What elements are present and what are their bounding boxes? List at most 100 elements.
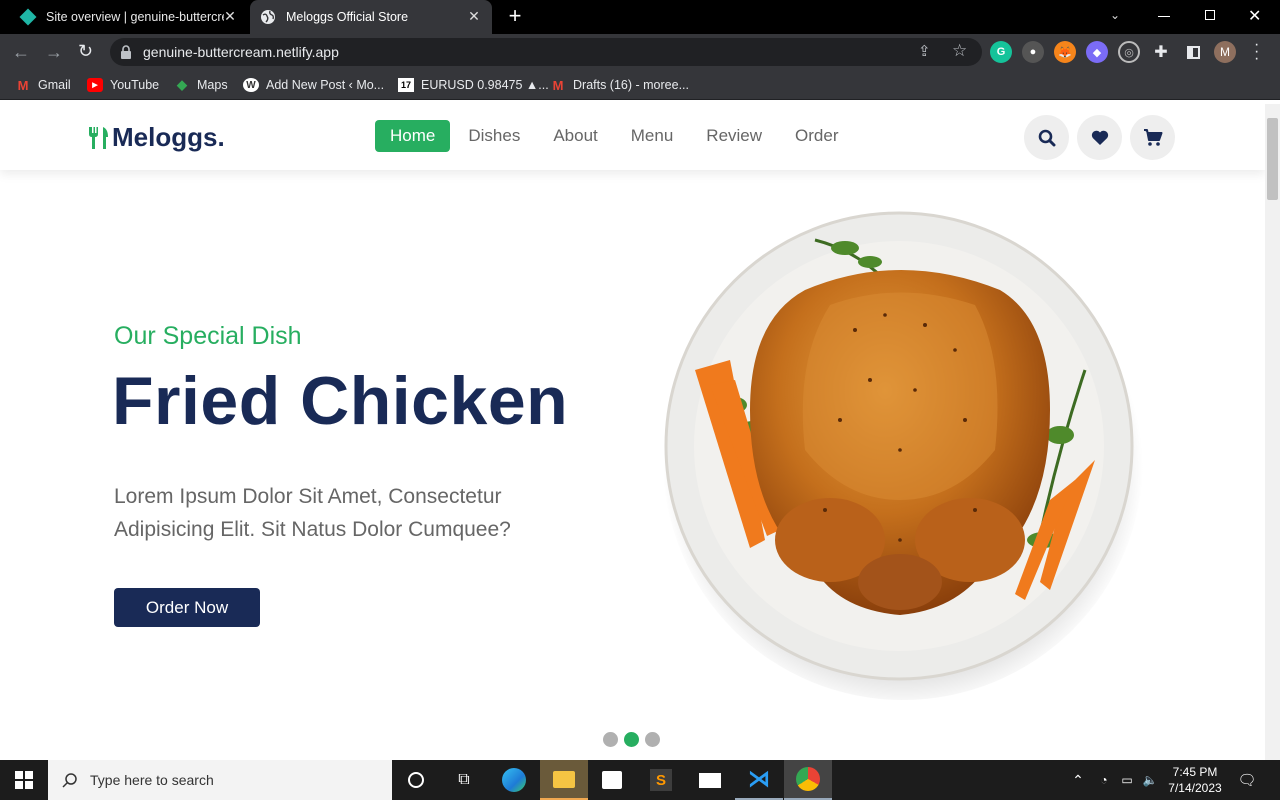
star-icon[interactable]: ☆ xyxy=(952,41,967,61)
new-tab-icon[interactable]: + xyxy=(505,5,525,27)
cart-icon xyxy=(1143,128,1162,146)
side-panel-icon[interactable] xyxy=(1182,41,1204,63)
address-bar[interactable]: genuine-buttercream.netlify.app ⇪ ☆ xyxy=(110,38,982,66)
order-now-button[interactable]: Order Now xyxy=(114,588,260,627)
utensils-icon xyxy=(89,126,108,149)
windows-icon xyxy=(15,771,33,789)
grammarly-icon[interactable]: G xyxy=(990,41,1012,63)
search-icon xyxy=(62,773,77,788)
cart-button[interactable] xyxy=(1130,115,1175,160)
windows-taskbar: Type here to search ⧉ S ⋊ ⌃ ◔ ▭ 🔈 7:45 P… xyxy=(0,760,1280,800)
vscode-icon: ⋊ xyxy=(748,766,770,791)
netlify-icon xyxy=(19,8,37,26)
task-view-icon: ⧉ xyxy=(458,771,470,788)
restore-icon[interactable] xyxy=(1205,10,1215,20)
nav-about[interactable]: About xyxy=(538,120,612,152)
mail-icon xyxy=(699,772,721,788)
search-icon xyxy=(1038,129,1055,146)
scrollbar-thumb[interactable] xyxy=(1267,118,1278,200)
close-tab-icon[interactable]: ✕ xyxy=(466,8,482,24)
tab-title: Site overview | genuine-buttercre xyxy=(46,10,224,24)
hero-description: Lorem Ipsum Dolor Sit Amet, Consectetur … xyxy=(114,485,511,541)
fried-chicken-image xyxy=(663,211,1143,700)
search-button[interactable] xyxy=(1024,115,1069,160)
tab-meloggs[interactable]: Meloggs Official Store ✕ xyxy=(250,0,492,34)
url-text: genuine-buttercream.netlify.app xyxy=(143,44,339,60)
target-extension-icon[interactable]: ◎ xyxy=(1118,41,1140,63)
forward-icon[interactable]: → xyxy=(45,42,63,63)
bookmarks-bar: M Gmail ▶ YouTube ◆ Maps W Add New Post ‹ Mo… xyxy=(0,70,1280,100)
bookmark-youtube[interactable]: ▶ YouTube xyxy=(87,77,159,93)
folder-icon xyxy=(553,770,575,788)
bookmark-drafts[interactable]: M Drafts (16) - moree... xyxy=(550,77,689,93)
main-nav: Home Dishes About Menu Review Order xyxy=(375,120,857,152)
ghost-extension-icon[interactable]: ◆ xyxy=(1086,41,1108,63)
tab-search-icon[interactable]: ⌄ xyxy=(1110,8,1120,22)
nav-home[interactable]: Home xyxy=(375,120,451,152)
clock-time: 7:45 PM xyxy=(1172,765,1218,779)
heart-icon xyxy=(1091,130,1108,145)
profile-avatar[interactable]: M xyxy=(1214,41,1236,63)
sublime-button[interactable]: S xyxy=(637,760,685,800)
bookmark-eurusd[interactable]: 17 EURUSD 0.98475 ▲... xyxy=(398,77,549,93)
edge-button[interactable] xyxy=(490,760,538,800)
notifications-icon[interactable]: 🗨 xyxy=(1236,760,1258,800)
puzzle-icon[interactable]: ✚ xyxy=(1150,41,1172,63)
hero-title: Fried Chicken xyxy=(112,363,569,439)
close-window-icon[interactable]: ✕ xyxy=(1248,6,1261,26)
tray-overflow-icon[interactable]: ⌃ xyxy=(1068,760,1088,800)
hero-subtitle: Our Special Dish xyxy=(114,322,302,350)
maps-icon: ◆ xyxy=(177,77,187,92)
nav-order[interactable]: Order xyxy=(780,120,853,152)
wifi-icon[interactable]: ◔ xyxy=(1094,760,1114,800)
battery-icon[interactable]: ▭ xyxy=(1117,760,1137,800)
minimize-icon[interactable] xyxy=(1158,16,1170,17)
vscode-button[interactable]: ⋊ xyxy=(735,760,783,800)
start-button[interactable] xyxy=(0,760,48,800)
page-scrollbar[interactable] xyxy=(1265,104,1280,760)
bookmark-gmail[interactable]: M Gmail xyxy=(15,77,71,93)
slider-dots xyxy=(603,732,666,747)
store-button[interactable] xyxy=(588,760,636,800)
clock-date: 7/14/2023 xyxy=(1168,781,1222,795)
bookmark-add-new-post[interactable]: W Add New Post ‹ Mo... xyxy=(243,77,384,93)
back-icon[interactable]: ← xyxy=(12,42,30,63)
chrome-button[interactable] xyxy=(784,760,832,800)
reload-icon[interactable]: ↻ xyxy=(78,41,93,62)
file-explorer-button[interactable] xyxy=(540,760,588,800)
extension-icon[interactable]: ● xyxy=(1022,41,1044,63)
nav-review[interactable]: Review xyxy=(691,120,777,152)
sublime-icon: S xyxy=(650,769,672,791)
volume-icon[interactable]: 🔈 xyxy=(1140,760,1160,800)
taskbar-search[interactable]: Type here to search xyxy=(48,760,392,800)
slider-dot[interactable] xyxy=(603,732,618,747)
slider-dot[interactable] xyxy=(645,732,660,747)
tab-title: Meloggs Official Store xyxy=(286,10,409,24)
cortana-button[interactable] xyxy=(392,760,440,800)
site-logo[interactable]: Meloggs. xyxy=(88,122,225,153)
wishlist-button[interactable] xyxy=(1077,115,1122,160)
close-tab-icon[interactable]: ✕ xyxy=(222,8,238,24)
cortana-icon xyxy=(408,772,424,788)
metamask-icon[interactable]: 🦊 xyxy=(1054,41,1076,63)
browser-toolbar: ← → ↻ genuine-buttercream.netlify.app ⇪ … xyxy=(0,34,1280,70)
kebab-menu-icon[interactable]: · · · xyxy=(1254,37,1259,67)
tab-site-overview[interactable]: Site overview | genuine-buttercre ✕ xyxy=(8,0,248,34)
share-icon[interactable]: ⇪ xyxy=(918,42,931,60)
nav-menu[interactable]: Menu xyxy=(616,120,689,152)
clock[interactable]: 7:45 PM 7/14/2023 xyxy=(1160,760,1230,800)
mail-button[interactable] xyxy=(686,760,734,800)
edge-icon xyxy=(502,768,526,792)
tradingview-icon: 17 xyxy=(398,78,414,92)
nav-dishes[interactable]: Dishes xyxy=(453,120,535,152)
store-icon xyxy=(602,771,622,789)
site-header: Meloggs. Home Dishes About Menu Review O… xyxy=(0,104,1265,170)
slider-dot-active[interactable] xyxy=(624,732,639,747)
bookmark-maps[interactable]: ◆ Maps xyxy=(174,77,228,93)
browser-tab-strip: Site overview | genuine-buttercre ✕ Melo… xyxy=(0,0,1280,34)
task-view-button[interactable]: ⧉ xyxy=(440,760,488,800)
chrome-icon xyxy=(796,767,820,791)
youtube-icon: ▶ xyxy=(87,78,103,92)
gmail-icon: M xyxy=(17,77,29,93)
web-page: Meloggs. Home Dishes About Menu Review O… xyxy=(0,104,1265,760)
